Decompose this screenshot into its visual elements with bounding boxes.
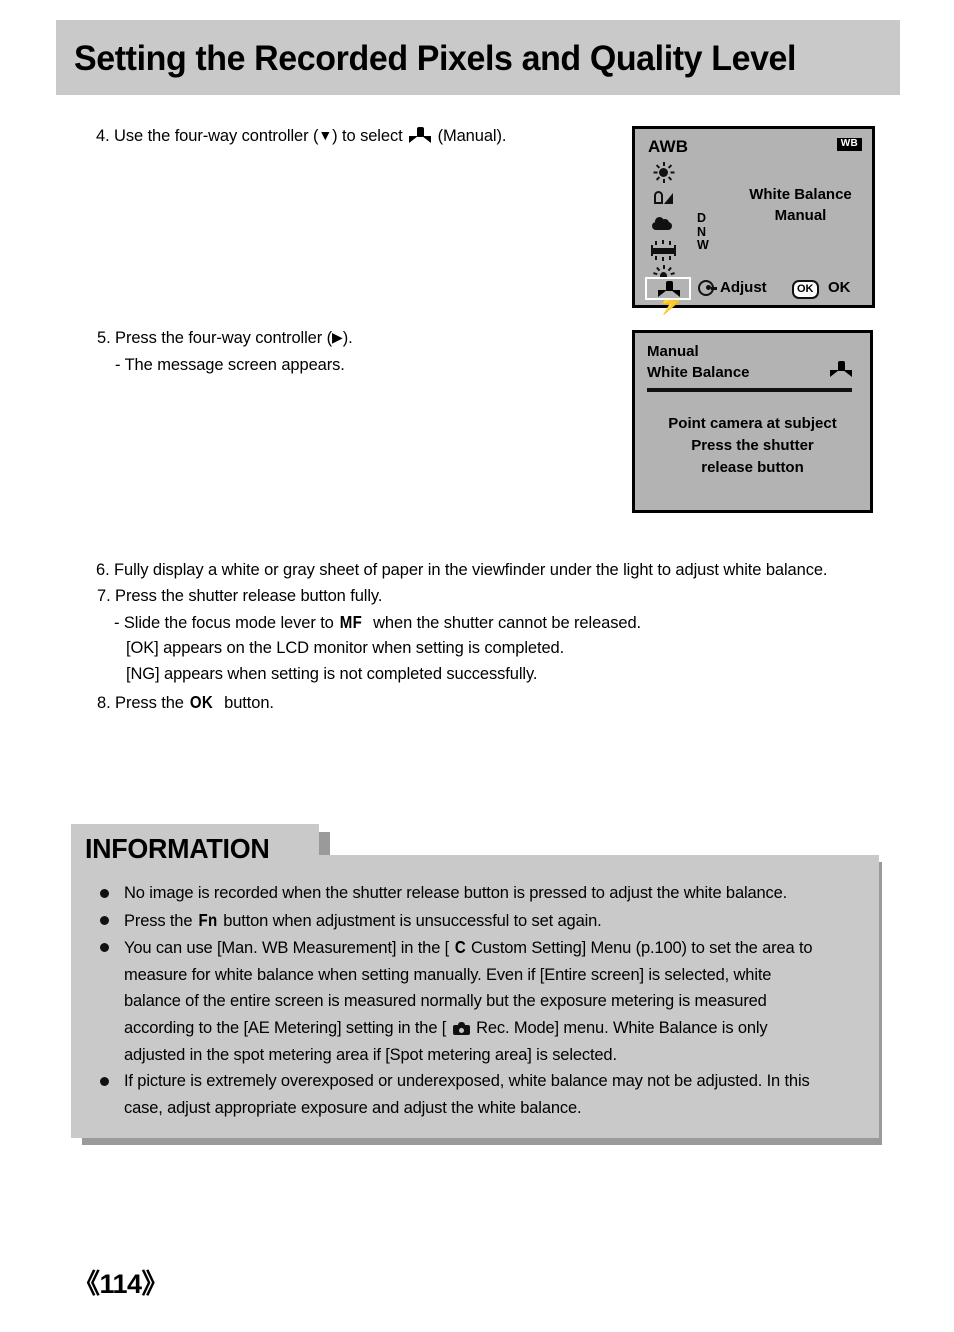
wb-screen-title-line2: Manual — [774, 207, 827, 224]
information-list: No image is recorded when the shutter re… — [96, 880, 866, 1121]
right-triangle-icon: ▶ — [332, 329, 343, 345]
list-item: No image is recorded when the shutter re… — [96, 880, 866, 907]
custom-setting-c-glyph: C — [454, 937, 466, 958]
step-5-text: 5. Press the four-way controller (▶). — [97, 325, 353, 351]
information-heading: INFORMATION — [85, 833, 270, 864]
info-item-3-line5: adjusted in the spot metering area if [S… — [124, 1045, 617, 1064]
message-screen-title-line2: White Balance — [647, 364, 750, 381]
step-4-text: 4. Use the four-way controller (▼) to se… — [96, 123, 506, 149]
step-6-text: 6. Fully display a white or gray sheet o… — [96, 561, 828, 579]
info-item-3-part-a: You can use [Man. WB Measurement] in the… — [124, 939, 450, 958]
daylight-sun-icon[interactable] — [649, 161, 679, 185]
lcd-white-balance-screen: AWB WB White Balance Manual ⚡ D N W Adju… — [632, 126, 875, 314]
dnw-letters: D N W — [697, 211, 709, 253]
step-5-substep: - The message screen appears. — [115, 356, 345, 374]
dnw-letter-n: N — [697, 224, 707, 239]
bullet-icon — [100, 889, 109, 898]
manual-wb-icon — [409, 127, 432, 144]
info-item-2-part-b: button when adjustment is unsuccessful t… — [223, 911, 602, 930]
manual-wb-icon — [830, 361, 852, 378]
dnw-letter-d: D — [697, 211, 707, 225]
step-4-part-a: 4. Use the four-way controller ( — [96, 127, 319, 145]
message-body-line1: Point camera at subject — [668, 415, 837, 432]
wb-screen-title-line1: White Balance — [749, 186, 852, 203]
manual-wb-selected-item[interactable] — [645, 277, 691, 300]
step-4-part-c: (Manual). — [437, 127, 507, 145]
mf-glyph: MF — [340, 612, 363, 632]
info-item-3-line4-part-b: Rec. Mode] menu. White Balance is only — [476, 1018, 768, 1037]
message-body-line2: Press the shutter — [691, 437, 814, 454]
dnw-letter-w: W — [697, 238, 709, 252]
step-7-substep-1: - Slide the focus mode lever to MF when … — [114, 609, 641, 636]
info-item-3-line2: measure for white balance when setting m… — [124, 965, 772, 984]
info-item-1-text: No image is recorded when the shutter re… — [124, 884, 788, 902]
list-item: If picture is extremely overexposed or u… — [96, 1068, 866, 1121]
page-title: Setting the Recorded Pixels and Quality … — [74, 39, 797, 78]
awb-label: AWB — [648, 137, 689, 156]
adjust-label: Adjust — [720, 279, 767, 296]
list-item: You can use [Man. WB Measurement] in the… — [96, 934, 866, 1068]
fluorescent-icon[interactable] — [649, 239, 679, 263]
step-5-part-a: 5. Press the four-way controller ( — [97, 329, 333, 347]
step-5-part-b: ). — [342, 329, 353, 347]
cloudy-icon[interactable] — [649, 213, 679, 237]
wb-badge: WB — [836, 138, 862, 151]
ok-key-badge: OK — [792, 280, 819, 299]
ok-glyph: OK — [190, 692, 214, 712]
step-7-sub1-part-a: - Slide the focus mode lever to — [114, 614, 334, 632]
divider — [647, 388, 852, 392]
dial-icon — [698, 280, 717, 296]
step-4-part-b: ) to select — [332, 127, 403, 145]
info-item-3-line4: according to the [AE Metering] setting i… — [124, 1015, 866, 1042]
list-item: Press the Fn button when adjustment is u… — [96, 907, 866, 935]
info-item-3-part-b: Custom Setting] Menu (p.100) to set the … — [470, 939, 813, 958]
info-item-4-line1: If picture is extremely overexposed or u… — [124, 1072, 810, 1091]
step-7-substep-2: [OK] appears on the LCD monitor when set… — [126, 639, 565, 657]
message-screen-body: Point camera at subject Press the shutte… — [635, 413, 870, 479]
manual-wb-icon — [658, 281, 680, 298]
page-number: 《114》 — [73, 1269, 169, 1299]
step-7-sub1-part-b: when the shutter cannot be released. — [373, 614, 642, 632]
step-8-part-a: 8. Press the — [97, 694, 184, 712]
info-item-3-line3: balance of the entire screen is measured… — [124, 992, 767, 1011]
wb-screen-title: White Balance Manual — [728, 184, 873, 226]
ok-label: OK — [828, 279, 851, 296]
message-body-line3: release button — [701, 459, 804, 476]
lcd-message-screen: Manual White Balance Point camera at sub… — [632, 330, 873, 513]
step-8-part-b: button. — [224, 694, 274, 712]
information-body: No image is recorded when the shutter re… — [71, 855, 879, 1138]
fn-glyph: Fn — [198, 909, 218, 930]
step-8-text: 8. Press the OK button. — [97, 689, 274, 716]
down-triangle-icon: ▼ — [318, 127, 333, 143]
shade-icon[interactable] — [649, 187, 679, 211]
rec-mode-camera-icon — [452, 1021, 470, 1035]
lcd-action-bar: Adjust OK OK — [635, 277, 872, 303]
info-item-2-part-a: Press the — [124, 911, 193, 930]
bullet-icon — [100, 915, 109, 925]
info-item-3-line4-part-a: according to the [AE Metering] setting i… — [124, 1018, 447, 1037]
message-screen-title: Manual White Balance — [647, 341, 750, 383]
bullet-icon — [100, 943, 109, 953]
information-header: INFORMATION — [71, 824, 319, 872]
step-7-substep-3: [NG] appears when setting is not complet… — [126, 665, 538, 683]
bullet-icon — [100, 1077, 109, 1087]
step-7-text: 7. Press the shutter release button full… — [97, 587, 383, 605]
info-item-4-line2: case, adjust appropriate exposure and ad… — [124, 1098, 582, 1117]
message-screen-title-line1: Manual — [647, 343, 699, 360]
